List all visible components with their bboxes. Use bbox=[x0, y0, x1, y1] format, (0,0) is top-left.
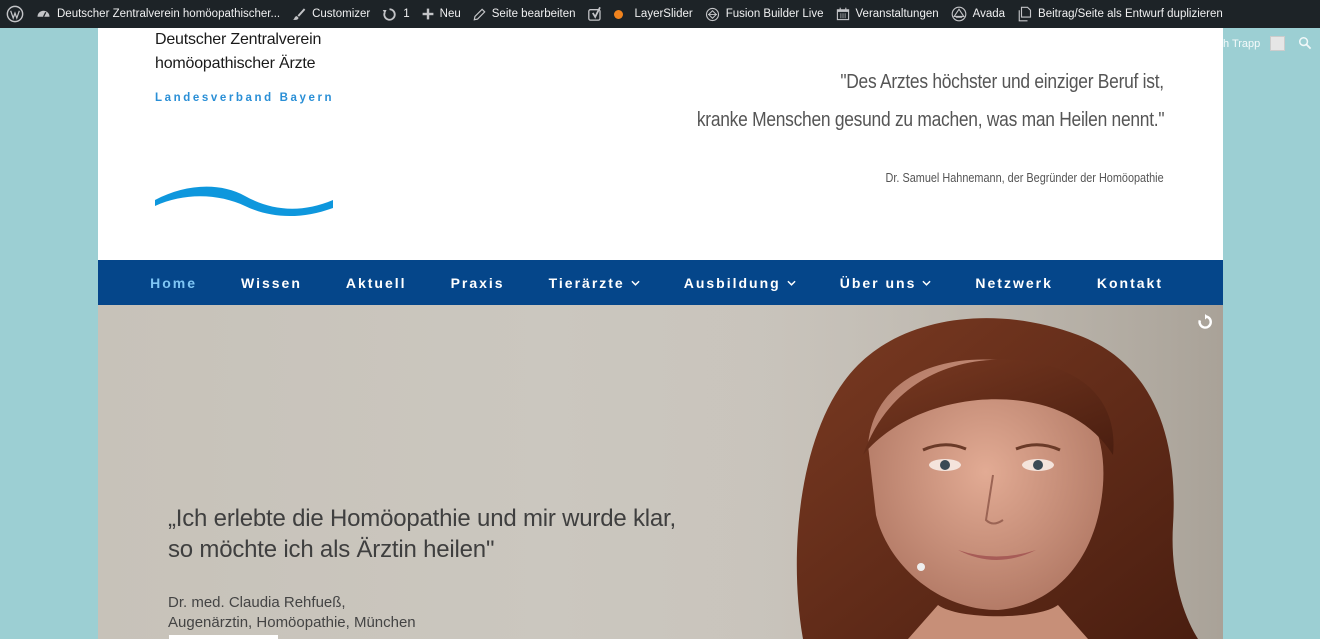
header-quote-author: Dr. Samuel Hahnemann, der Begründer der … bbox=[885, 171, 1164, 185]
wp-admin-bar: Deutscher Zentralverein homöopathischer.… bbox=[0, 0, 1320, 28]
customizer-label: Customizer bbox=[312, 8, 371, 20]
new-content-menu[interactable]: Neu bbox=[416, 0, 467, 28]
header-quote-line2: kranke Menschen gesund zu machen, was ma… bbox=[696, 109, 1165, 131]
brush-icon bbox=[292, 8, 306, 20]
nav-item-label: Praxis bbox=[450, 274, 505, 291]
events-label: Veranstaltungen bbox=[855, 8, 939, 20]
nav-item-aktuell[interactable]: Aktuell bbox=[346, 275, 407, 291]
nav-item-label: Netzwerk bbox=[975, 274, 1053, 291]
fusion-builder-link[interactable]: Fusion Builder Live bbox=[699, 0, 830, 28]
nav-item-netzwerk[interactable]: Netzwerk bbox=[975, 275, 1052, 291]
dashboard-icon bbox=[37, 10, 50, 17]
nav-item-praxis[interactable]: Praxis bbox=[451, 275, 505, 291]
nav-item-wissen[interactable]: Wissen bbox=[241, 275, 302, 291]
nav-item-kontakt[interactable]: Kontakt bbox=[1097, 275, 1163, 291]
admin-user-greeting[interactable]: Willkommen, Christoph Trapp bbox=[1116, 38, 1260, 50]
avada-icon bbox=[951, 6, 967, 22]
hero-quote-line2: so möchte ich als Ärztin heilen" bbox=[168, 536, 495, 563]
hero-slider[interactable]: „Ich erlebte die Homöopathie und mir wur… bbox=[98, 305, 1223, 639]
chevron-down-icon bbox=[787, 280, 796, 286]
updates-link[interactable]: 1 bbox=[376, 0, 415, 28]
hero-cta-button[interactable] bbox=[169, 635, 278, 639]
site-header: Deutscher Zentralverein homöopathischer … bbox=[98, 28, 1223, 260]
avada-menu[interactable]: Avada bbox=[945, 0, 1011, 28]
layerslider-label: LayerSlider bbox=[634, 8, 693, 20]
logo-title-line2[interactable]: homöopathischer Ärzte bbox=[155, 55, 316, 73]
edit-page-link[interactable]: Seite bearbeiten bbox=[467, 0, 582, 28]
search-icon[interactable] bbox=[1298, 36, 1312, 50]
nav-item-label: Über uns bbox=[839, 274, 917, 291]
events-link[interactable]: Veranstaltungen bbox=[830, 0, 945, 28]
duplicate-post-link[interactable]: Beitrag/Seite als Entwurf duplizieren bbox=[1011, 0, 1229, 28]
new-label: Neu bbox=[439, 8, 461, 20]
wordpress-menu[interactable] bbox=[0, 0, 30, 28]
site-title: Deutscher Zentralverein homöopathischer.… bbox=[57, 8, 281, 20]
logo-wave-icon[interactable] bbox=[155, 180, 333, 220]
hero-portrait-image bbox=[698, 305, 1223, 639]
nav-item-label: Tierärzte bbox=[548, 274, 625, 291]
edit-page-label: Seite bearbeiten bbox=[491, 8, 576, 20]
nav-item-tieraerzte[interactable]: Tierärzte bbox=[549, 275, 640, 291]
site-name-menu[interactable]: Deutscher Zentralverein homöopathischer.… bbox=[30, 0, 286, 28]
nav-item-home[interactable]: Home bbox=[150, 275, 197, 291]
layerslider-link[interactable]: LayerSlider bbox=[629, 0, 699, 28]
nav-item-ueber-uns[interactable]: Über uns bbox=[840, 275, 932, 291]
seo-menu[interactable] bbox=[582, 0, 629, 28]
user-avatar-icon[interactable] bbox=[1270, 36, 1285, 51]
updates-icon bbox=[383, 7, 396, 21]
slider-pause-reload-icon[interactable] bbox=[1197, 314, 1213, 330]
logo-subtitle[interactable]: Landesverband Bayern bbox=[155, 92, 334, 104]
nav-item-ausbildung[interactable]: Ausbildung bbox=[684, 275, 796, 291]
hero-author-role: Augenärztin, Homöopathie, München bbox=[168, 614, 416, 631]
updates-count: 1 bbox=[403, 8, 410, 20]
fusion-builder-label: Fusion Builder Live bbox=[725, 8, 824, 20]
fusion-builder-icon bbox=[705, 7, 719, 21]
plus-icon bbox=[422, 8, 434, 20]
nav-item-label: Kontakt bbox=[1096, 274, 1163, 291]
pencil-icon bbox=[473, 7, 486, 20]
duplicate-icon bbox=[1018, 6, 1032, 22]
nav-item-label: Home bbox=[150, 274, 197, 291]
header-quote-line1: "Des Arztes höchster und einziger Beruf … bbox=[840, 71, 1164, 93]
nav-item-label: Aktuell bbox=[345, 274, 407, 291]
nav-item-label: Wissen bbox=[240, 274, 302, 291]
nav-item-label: Ausbildung bbox=[683, 274, 781, 291]
chevron-down-icon bbox=[631, 280, 640, 286]
calendar-icon bbox=[836, 7, 849, 21]
avada-label: Avada bbox=[972, 8, 1006, 20]
hero-author-name: Dr. med. Claudia Rehfueß, bbox=[168, 594, 346, 611]
duplicate-label: Beitrag/Seite als Entwurf duplizieren bbox=[1038, 8, 1223, 20]
yoast-icon bbox=[587, 6, 601, 21]
main-navigation: Home Wissen Aktuell Praxis Tierärzte Aus… bbox=[98, 260, 1223, 305]
customizer-link[interactable]: Customizer bbox=[286, 0, 376, 28]
chevron-down-icon bbox=[922, 280, 932, 286]
hero-quote-line1: „Ich erlebte die Homöopathie und mir wur… bbox=[168, 505, 676, 532]
seo-status-dot-icon bbox=[613, 9, 623, 19]
wordpress-logo-icon bbox=[6, 5, 24, 23]
page-wrapper: Deutscher Zentralverein homöopathischer … bbox=[98, 28, 1223, 639]
logo-title-line1[interactable]: Deutscher Zentralverein bbox=[155, 31, 321, 49]
